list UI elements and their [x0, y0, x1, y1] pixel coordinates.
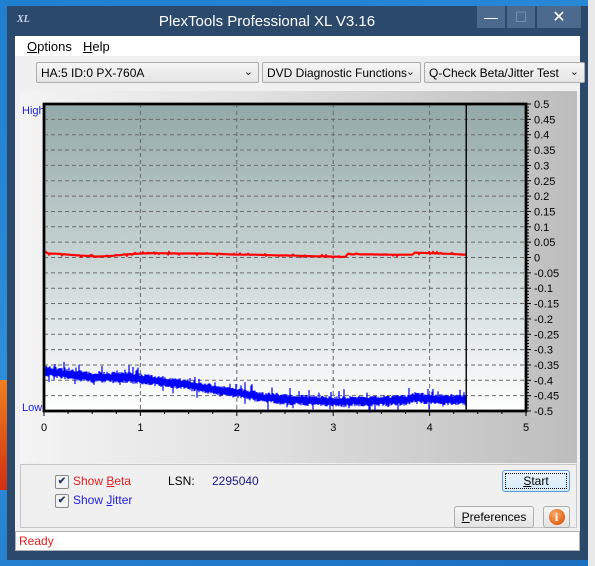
show-beta-text-rest: eta — [114, 474, 132, 488]
device-select-value: HA:5 ID:0 PX-760A — [41, 66, 145, 80]
preferences-label: references — [469, 510, 527, 524]
y-tick-label: -0.5 — [534, 406, 553, 418]
preferences-button[interactable]: Preferences — [454, 506, 534, 528]
menu-options-label: ptions — [37, 39, 72, 54]
function-group-select-value: DVD Diagnostic Functions — [267, 66, 408, 80]
chevron-down-icon: ⌄ — [569, 66, 579, 78]
lsn-label: LSN: — [168, 474, 195, 488]
y-tick-label: -0.1 — [534, 283, 553, 295]
graph-panel: High Low 0.5 0.45 0.4 0.35 0.3 0.25 0.2 0.15 0.1… — [20, 91, 577, 463]
y-tick-label: 0.25 — [534, 176, 555, 188]
menu-help[interactable]: Help — [83, 39, 110, 54]
x-tick-label: 3 — [330, 422, 336, 434]
plextools-window: XL PlexTools Professional XL V3.16 — ☐ ✕… — [7, 6, 588, 560]
y-tick-label: 0.1 — [534, 222, 549, 234]
controls-panel: ✔ Show Beta ✔ Show Jitter LSN: 2295040 S… — [20, 464, 577, 528]
minimize-icon: — — [484, 9, 498, 25]
y-tick-label: -0.2 — [534, 314, 553, 326]
y-tick-label: -0.3 — [534, 345, 553, 357]
menu-options[interactable]: Options — [27, 39, 72, 54]
y-tick-label: 0.2 — [534, 191, 549, 203]
start-label: tart — [531, 474, 549, 488]
show-jitter-text: Show — [73, 493, 107, 507]
menu-bar: Options Help — [15, 36, 580, 56]
y-tick-label: 0.4 — [534, 130, 549, 142]
x-tick-label: 4 — [427, 422, 433, 434]
y-tick-label: 0 — [534, 253, 540, 265]
preferences-accel: P — [461, 510, 470, 524]
title-bar[interactable]: XL PlexTools Professional XL V3.16 — ☐ ✕ — [7, 6, 588, 36]
status-bar: Ready — [15, 531, 580, 551]
test-select-value: Q-Check Beta/Jitter Test — [429, 66, 559, 80]
check-icon: ✔ — [57, 495, 67, 506]
show-beta-checkbox[interactable]: ✔ — [55, 475, 69, 489]
x-tick-label: 2 — [234, 422, 240, 434]
chevron-down-icon: ⌄ — [405, 66, 415, 78]
y-tick-label: 0.35 — [534, 145, 555, 157]
check-icon: ✔ — [57, 476, 67, 487]
y-tick-label: -0.15 — [534, 299, 559, 311]
menu-options-accel: O — [27, 39, 38, 54]
show-jitter-label[interactable]: Show Jitter — [73, 493, 132, 507]
y-tick-label: -0.35 — [534, 360, 559, 372]
show-jitter-text-rest: itter — [112, 493, 133, 507]
grid-layer — [44, 104, 526, 411]
y-tick-label: 0.05 — [534, 237, 555, 249]
x-tick-label: 5 — [523, 422, 529, 434]
function-group-select[interactable]: DVD Diagnostic Functions ⌄ — [262, 62, 421, 83]
close-icon: ✕ — [552, 9, 566, 26]
start-button[interactable]: Start — [502, 470, 570, 492]
menu-help-label: elp — [92, 39, 110, 54]
y-tick-label: -0.05 — [534, 268, 559, 280]
background-window-edge — [588, 0, 595, 566]
minimize-button[interactable]: — — [477, 6, 505, 28]
x-tick-label: 0 — [41, 422, 47, 434]
y-tick-label: 0.45 — [534, 114, 555, 126]
show-beta-label[interactable]: Show Beta — [73, 474, 131, 488]
x-tick-label: 1 — [137, 422, 143, 434]
menu-help-accel: H — [83, 39, 93, 54]
window-title: PlexTools Professional XL V3.16 — [158, 13, 376, 30]
lsn-value: 2295040 — [212, 474, 259, 488]
close-button[interactable]: ✕ — [537, 6, 581, 28]
chevron-down-icon: ⌄ — [243, 66, 253, 78]
y-tick-label: 0.15 — [534, 206, 555, 218]
y-tick-label: -0.4 — [534, 375, 553, 387]
test-select[interactable]: Q-Check Beta/Jitter Test ⌄ — [424, 62, 585, 83]
y-tick-label: 0.5 — [534, 99, 549, 111]
beta-jitter-chart: 0.5 0.45 0.4 0.35 0.3 0.25 0.2 0.15 0.1 0.05 0 -0.0… — [41, 99, 559, 434]
y-tick-label: 0.3 — [534, 160, 549, 172]
maximize-icon: ☐ — [514, 8, 528, 25]
maximize-button[interactable]: ☐ — [507, 6, 535, 28]
show-beta-text: Show — [73, 474, 107, 488]
y-tick-label: -0.25 — [534, 329, 559, 341]
device-select[interactable]: HA:5 ID:0 PX-760A ⌄ — [36, 62, 259, 83]
status-text: Ready — [19, 534, 54, 548]
info-button[interactable]: i — [543, 506, 570, 528]
client-area: HA:5 ID:0 PX-760A ⌄ DVD Diagnostic Funct… — [15, 56, 585, 531]
y-tick-label: -0.45 — [534, 391, 559, 403]
info-icon: i — [548, 509, 565, 525]
show-jitter-checkbox[interactable]: ✔ — [55, 494, 69, 508]
